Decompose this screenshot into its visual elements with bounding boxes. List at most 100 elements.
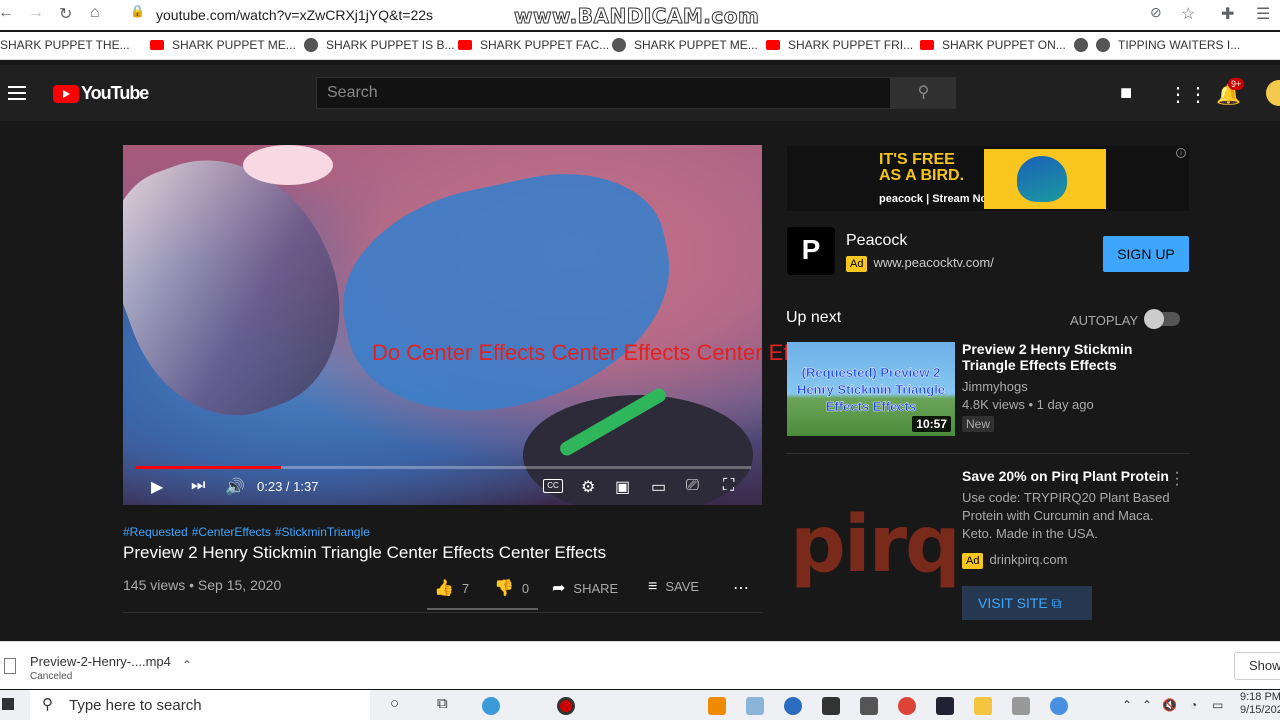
- search-input[interactable]: [317, 78, 890, 108]
- app-icon[interactable]: [936, 697, 954, 715]
- keyboard-icon[interactable]: ▭: [1212, 698, 1223, 712]
- file-icon: [4, 658, 16, 674]
- wifi-icon[interactable]: ◔: [1190, 698, 1197, 712]
- peacock-logo[interactable]: P: [787, 227, 835, 275]
- globe-icon: [304, 38, 318, 52]
- paint-icon[interactable]: [746, 697, 764, 715]
- hashtags: #Requested #CenterEffects #StickminTriangl…: [123, 525, 374, 539]
- duration-badge: 10:57: [912, 416, 951, 432]
- bookmark-item[interactable]: SHARK PUPPET IS B...: [304, 38, 454, 52]
- hashtag-link[interactable]: #CenterEffects: [192, 525, 271, 539]
- theater-icon[interactable]: ▭: [651, 477, 666, 497]
- view-count: 145 views • Sep 15, 2020: [123, 577, 282, 593]
- bookmark-item[interactable]: SHARK PUPPET ME...: [612, 38, 758, 52]
- new-badge: New: [962, 416, 995, 432]
- reload-icon[interactable]: ↻: [59, 4, 72, 24]
- tray-expand-icon[interactable]: ⌃: [1122, 698, 1132, 712]
- fullscreen-icon[interactable]: ⛶: [723, 477, 734, 495]
- kebab-menu-icon[interactable]: · · ·: [1173, 465, 1181, 493]
- audacity-icon[interactable]: [784, 697, 802, 715]
- share-button[interactable]: ➦ SHARE: [552, 578, 618, 598]
- volume-icon[interactable]: 🔇: [1162, 698, 1177, 712]
- avatar[interactable]: [1266, 80, 1280, 106]
- ad-badge: Ad: [846, 256, 868, 272]
- bookmark-item[interactable]: SHARK PUPPET ON...: [920, 38, 1066, 52]
- chevron-up-icon[interactable]: ⌃: [182, 658, 192, 672]
- edge-icon[interactable]: [482, 697, 500, 715]
- hashtag-link[interactable]: #StickminTriangle: [275, 525, 370, 539]
- bookmark-item[interactable]: SHARK PUPPET FRI...: [766, 38, 913, 52]
- more-icon[interactable]: ⋯: [733, 578, 749, 598]
- settings-icon[interactable]: ⚙: [581, 477, 595, 497]
- autoplay-label: AUTOPLAY: [1070, 313, 1139, 328]
- chrome-canary-icon[interactable]: [1050, 697, 1068, 715]
- next-icon[interactable]: ⏭: [191, 477, 205, 495]
- video-title-link[interactable]: Preview 2 Henry Stickmin Triangle Effect…: [962, 341, 1152, 373]
- search-button[interactable]: ⚲: [891, 77, 956, 109]
- star-icon[interactable]: ☆: [1181, 4, 1195, 24]
- progress-bar[interactable]: [135, 466, 751, 469]
- ad-banner[interactable]: IT'S FREE AS A BIRD. peacock | Stream Now…: [787, 146, 1189, 211]
- translate-icon[interactable]: ⊘: [1150, 4, 1162, 21]
- video-meta: 4.8K views • 1 day ago: [962, 397, 1094, 412]
- task-view-icon[interactable]: ⧉: [437, 695, 448, 712]
- autoplay-toggle[interactable]: [1144, 309, 1180, 329]
- chrome-icon[interactable]: [898, 697, 916, 715]
- menu-icon[interactable]: ☰: [1256, 4, 1270, 24]
- create-video-icon[interactable]: ■: [1120, 82, 1132, 105]
- app-icon[interactable]: [822, 697, 840, 715]
- forward-icon[interactable]: →: [28, 4, 44, 22]
- download-filename[interactable]: Preview-2-Henry-....mp4: [30, 654, 171, 669]
- channel-name[interactable]: Jimmyhogs: [962, 379, 1028, 394]
- save-button[interactable]: ≡ SAVE: [648, 578, 699, 596]
- sentiment-bar: [427, 608, 538, 610]
- bookmark-item[interactable]: TIPPING WAITERS I...: [1074, 38, 1240, 52]
- bookmark-item[interactable]: SHARK PUPPET ME...: [150, 38, 296, 52]
- hamburger-icon[interactable]: [8, 86, 26, 104]
- taskbar-search[interactable]: ⚲ Type here to search: [30, 690, 370, 720]
- back-icon[interactable]: ←: [0, 4, 14, 22]
- apps-icon[interactable]: ⋮⋮: [1168, 82, 1208, 107]
- bookmark-item[interactable]: SHARK PUPPET FAC...: [458, 38, 609, 52]
- advertiser-name[interactable]: Peacock: [846, 232, 907, 250]
- browser-toolbar: ← → ↻ ⌂ 🔒 youtube.com/watch?v=xZwCRXj1jY…: [0, 0, 1280, 30]
- volume-icon[interactable]: 🔊: [225, 477, 245, 497]
- file-explorer-icon[interactable]: [974, 697, 992, 715]
- taskbar-search-text: Type here to search: [69, 697, 202, 714]
- video-player[interactable]: ▶ ⏭ 🔊 0:23 / 1:37 CC ⚙ ▣ ▭ ⎚ ⛶: [123, 145, 762, 505]
- bookmark-item[interactable]: SHARK PUPPET THE...: [0, 38, 130, 52]
- ad-badge: Ad: [962, 553, 984, 569]
- ad-title[interactable]: Save 20% on Pirq Plant Protein: [962, 468, 1169, 484]
- bandicam-watermark: www.BANDICAM.com: [513, 4, 760, 29]
- play-icon[interactable]: ▶: [151, 477, 163, 497]
- cortana-icon[interactable]: ○: [390, 695, 399, 712]
- dislike-button[interactable]: 👎 0: [494, 578, 529, 598]
- hashtag-link[interactable]: #Requested: [123, 525, 188, 539]
- progress-fill: [135, 466, 281, 469]
- extensions-icon[interactable]: ✚: [1221, 4, 1234, 24]
- like-button[interactable]: 👍 7: [434, 578, 469, 598]
- youtube-icon: [150, 40, 164, 50]
- captions-icon[interactable]: CC: [543, 479, 563, 493]
- video-thumbnail[interactable]: (Requested) Preview 2 Henry Stickmin Tri…: [787, 342, 955, 436]
- home-icon[interactable]: ⌂: [90, 4, 100, 22]
- visit-site-button[interactable]: VISIT SITE ⧉: [962, 586, 1092, 620]
- miniplayer-icon[interactable]: ▣: [615, 477, 630, 497]
- video-editor-icon[interactable]: [860, 697, 878, 715]
- bandicam-icon[interactable]: [557, 697, 575, 715]
- globe-icon: [1074, 38, 1088, 52]
- info-icon[interactable]: i: [1176, 148, 1186, 158]
- tray-icon[interactable]: ⌃: [1142, 698, 1152, 712]
- ad-headline: IT'S FREE AS A BIRD.: [879, 151, 965, 184]
- show-all-button[interactable]: Show: [1234, 652, 1280, 680]
- pirq-logo[interactable]: pirq: [790, 500, 961, 590]
- globe-icon: [612, 38, 626, 52]
- sign-up-button[interactable]: SIGN UP: [1103, 236, 1189, 272]
- fl-studio-icon[interactable]: [708, 697, 726, 715]
- youtube-logo[interactable]: YouTube: [53, 83, 149, 104]
- cast-icon[interactable]: ⎚: [686, 477, 699, 495]
- clock[interactable]: 9:18 PM9/15/2020: [1240, 691, 1280, 717]
- windows-start-icon[interactable]: [2, 698, 14, 710]
- search-icon: ⚲: [42, 696, 53, 713]
- app-icon[interactable]: [1012, 697, 1030, 715]
